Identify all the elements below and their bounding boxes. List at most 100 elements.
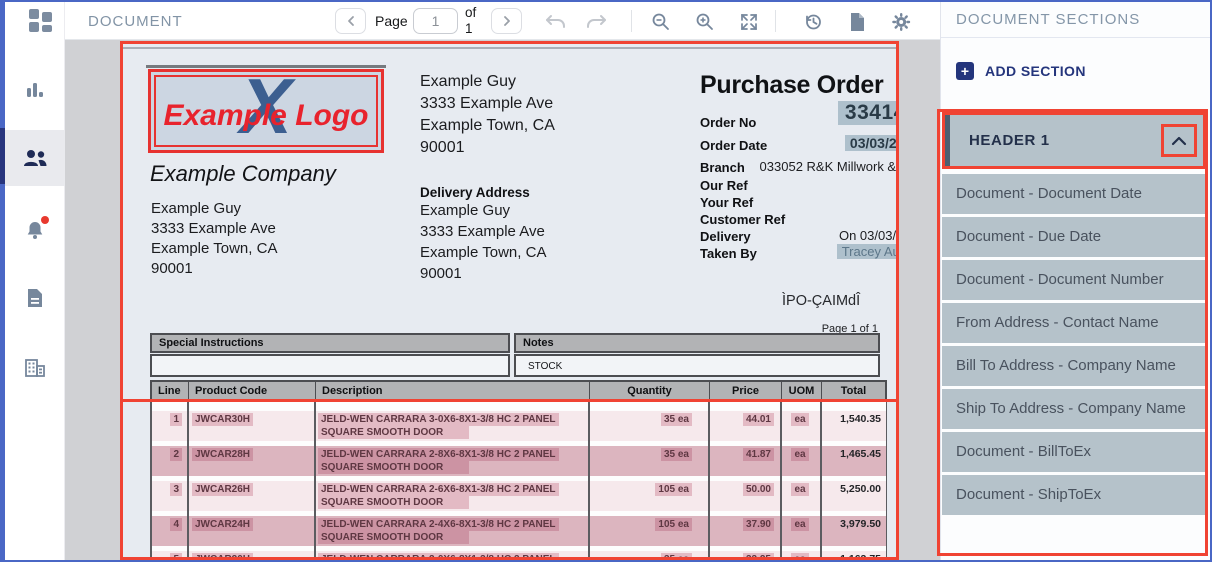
line-item-cell: ea xyxy=(780,481,820,511)
column-header: Quantity xyxy=(590,382,710,399)
section-header-label: HEADER 1 xyxy=(969,132,1050,149)
chevron-up-icon xyxy=(1171,135,1187,146)
section-field-item[interactable]: Document - Due Date xyxy=(942,217,1206,257)
line-item-cell: JWCAR26H xyxy=(187,481,314,511)
section-field-item[interactable]: Document - ShipToEx xyxy=(942,475,1206,515)
line-item-cell: JELD-WEN CARRARA 2-8X6-8X1-3/8 HC 2 PANE… xyxy=(314,446,588,476)
redo-button[interactable] xyxy=(583,9,609,35)
table-grid-line xyxy=(187,401,189,560)
table-grid-line xyxy=(780,401,782,560)
line-item-cell: 1 xyxy=(150,411,187,441)
line-item-row[interactable]: 1JWCAR30HJELD-WEN CARRARA 3-0X6-8X1-3/8 … xyxy=(150,411,887,441)
line-items-header: LineProduct CodeDescriptionQuantityPrice… xyxy=(150,380,887,401)
line-items-rows: 1JWCAR30HJELD-WEN CARRARA 3-0X6-8X1-3/8 … xyxy=(150,401,887,560)
settings-button[interactable] xyxy=(888,9,914,35)
order-field-value[interactable]: 03/03/2025 xyxy=(845,135,897,151)
line-item-cell: 37.90 xyxy=(708,516,780,546)
line-item-cell: 5 xyxy=(150,551,187,560)
order-field-value[interactable]: 334145 xyxy=(838,101,897,125)
line-item-cell: 41.87 xyxy=(708,446,780,476)
document-file-icon xyxy=(849,12,866,32)
users-people-icon xyxy=(22,148,48,168)
sidebar-item-analytics[interactable] xyxy=(5,62,65,118)
order-field-label: Customer Ref xyxy=(700,212,785,227)
document-page: X Example Logo Example Company Example G… xyxy=(122,43,897,560)
collapse-section-button[interactable] xyxy=(1161,124,1197,157)
column-header: UOM xyxy=(782,382,822,399)
app-grid-logo-icon[interactable] xyxy=(29,9,53,33)
line-item-cell: ea xyxy=(780,551,820,560)
line-item-cell: 33.25 xyxy=(708,551,780,560)
order-field-label: Taken By xyxy=(700,246,757,261)
section-header-1[interactable]: HEADER 1 xyxy=(942,112,1206,169)
panel-divider xyxy=(941,37,1211,38)
fullscreen-expand-icon xyxy=(740,13,758,31)
page-prev-button[interactable] xyxy=(335,8,366,34)
column-header: Line xyxy=(152,382,189,399)
line-item-cell: 3 xyxy=(150,481,187,511)
order-field-label: Order Date xyxy=(700,138,767,153)
line-item-cell: 44.01 xyxy=(708,411,780,441)
sidebar-item-documents[interactable] xyxy=(5,270,65,326)
line-item-row[interactable]: 4JWCAR24HJELD-WEN CARRARA 2-4X6-8X1-3/8 … xyxy=(150,516,887,546)
analytics-bars-icon xyxy=(25,81,45,99)
section-field-item[interactable]: Ship To Address - Company Name xyxy=(942,389,1206,429)
zoom-in-icon xyxy=(695,12,715,32)
toolbar-title: DOCUMENT xyxy=(88,13,183,30)
vendor-logo: X Example Logo xyxy=(148,69,384,153)
line-item-cell: 4 xyxy=(150,516,187,546)
section-field-item[interactable]: Document - Document Date xyxy=(942,174,1206,214)
table-grid-line xyxy=(820,401,822,560)
sidebar-item-company[interactable] xyxy=(5,340,65,396)
add-section-button[interactable]: + ADD SECTION xyxy=(956,62,1086,80)
line-item-cell: 35 ea xyxy=(588,411,708,441)
chevron-right-icon xyxy=(501,15,513,27)
order-field-value[interactable]: Tracey Austin xyxy=(837,244,897,259)
section-field-item[interactable]: Document - BillToEx xyxy=(942,432,1206,472)
zoom-out-icon xyxy=(651,12,671,32)
line-item-cell: JWCAR28H xyxy=(187,446,314,476)
zoom-in-button[interactable] xyxy=(692,9,718,35)
table-grid-line xyxy=(588,401,590,560)
sidebar-active-indicator xyxy=(0,128,5,184)
document-view-button[interactable] xyxy=(844,9,870,35)
table-grid-line xyxy=(150,401,152,560)
window-border-top xyxy=(0,0,1212,2)
line-item-row[interactable]: 5JWCAR20HJELD-WEN CARRARA 2-0X6-8X1-3/8 … xyxy=(150,551,887,560)
vendor-logo-frame: X Example Logo xyxy=(154,75,378,147)
chevron-left-icon xyxy=(345,15,357,27)
section-field-item[interactable]: Document - Document Number xyxy=(942,260,1206,300)
line-item-cell: JWCAR24H xyxy=(187,516,314,546)
history-button[interactable] xyxy=(800,9,826,35)
order-field-label: Branch xyxy=(700,160,745,175)
section-field-item[interactable]: Bill To Address - Company Name xyxy=(942,346,1206,386)
line-item-cell: 105 ea xyxy=(588,516,708,546)
line-item-row[interactable]: 2JWCAR28HJELD-WEN CARRARA 2-8X6-8X1-3/8 … xyxy=(150,446,887,476)
section-accent-bar xyxy=(945,115,950,166)
order-field-value: 033052 R&K Millwork & Trim xyxy=(760,159,897,174)
page-label: Page xyxy=(375,13,408,29)
sidebar-item-notifications[interactable] xyxy=(5,202,65,258)
window-border-left xyxy=(0,0,5,562)
page-number-input[interactable] xyxy=(413,8,458,34)
notes-value: STOCK xyxy=(514,354,880,377)
line-item-cell: 1,465.45 xyxy=(820,446,887,476)
sidebar xyxy=(5,2,65,560)
notes-box: Notes STOCK xyxy=(514,333,880,377)
column-header: Product Code xyxy=(189,382,316,399)
line-item-cell: 50.00 xyxy=(708,481,780,511)
fullscreen-button[interactable] xyxy=(736,9,762,35)
barcode-ref-text: ÌPO-ÇAIMdÎ xyxy=(782,293,860,309)
document-page-icon xyxy=(26,288,44,308)
undo-button[interactable] xyxy=(543,9,569,35)
line-item-row[interactable]: 3JWCAR26HJELD-WEN CARRARA 2-6X6-8X1-3/8 … xyxy=(150,481,887,511)
zoom-out-button[interactable] xyxy=(648,9,674,35)
page-next-button[interactable] xyxy=(491,8,522,34)
line-item-cell: ea xyxy=(780,516,820,546)
panel-title: DOCUMENT SECTIONS xyxy=(956,11,1140,28)
sidebar-item-users[interactable] xyxy=(5,130,65,186)
section-field-item[interactable]: From Address - Contact Name xyxy=(942,303,1206,343)
line-item-cell: 105 ea xyxy=(588,481,708,511)
special-instructions-value xyxy=(150,354,510,377)
line-item-cell: 3,979.50 xyxy=(820,516,887,546)
